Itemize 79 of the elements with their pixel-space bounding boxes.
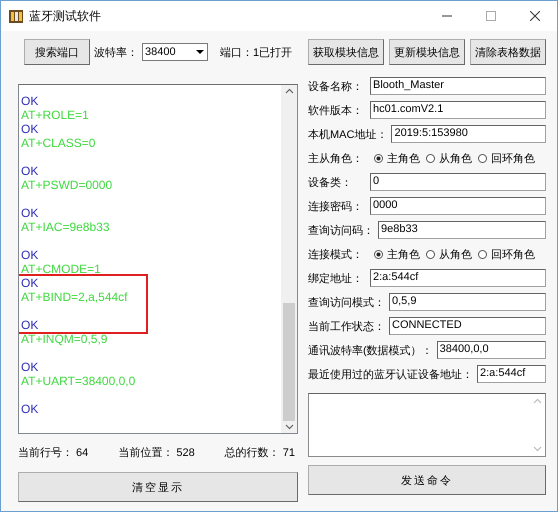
send-command-button[interactable]: 发送命令	[308, 465, 546, 495]
input-field[interactable]: hc01.comV2.1	[370, 101, 546, 119]
response-line: OK	[21, 122, 40, 136]
clear-display-button[interactable]: 清空显示	[18, 472, 298, 502]
response-line: OK	[21, 94, 40, 108]
option-label: 回环角色	[491, 248, 535, 262]
command-line: AT+UART=38400,0,0	[21, 374, 136, 388]
command-line: AT+BIND=2,a,544cf	[21, 290, 128, 304]
field-label: 软件版本：	[308, 104, 364, 118]
radio-button-icon[interactable]	[478, 154, 487, 162]
field-label: 设备名称：	[308, 80, 364, 94]
module-info-button[interactable]: 获取模块信息	[308, 39, 384, 65]
field-label: 本机MAC地址：	[308, 128, 388, 142]
close-icon[interactable]	[530, 11, 540, 21]
app-icon	[9, 8, 23, 24]
field-label: 连接模式：	[308, 248, 364, 262]
status-text: 当前行号： 64	[18, 446, 88, 460]
module-info-button[interactable]: 清除表格数据	[470, 39, 546, 65]
search-port-button[interactable]: 搜索端口	[24, 39, 90, 65]
input-field[interactable]: 2019:5:153980	[391, 125, 546, 143]
field-label: 连接密码：	[308, 200, 364, 214]
response-line: OK	[21, 248, 40, 262]
scroll-down-icon[interactable]	[284, 424, 294, 430]
radio-option[interactable]: 主角色	[374, 150, 420, 166]
dropdown-icon[interactable]	[196, 50, 204, 54]
scrollbar[interactable]	[281, 85, 297, 433]
radio-option[interactable]: 主角色	[374, 246, 420, 262]
radio-button-icon[interactable]	[426, 154, 435, 162]
radio-option[interactable]: 从角色	[426, 246, 472, 262]
response-line: OK	[21, 402, 40, 416]
input-field[interactable]: 2:a:544cf	[370, 269, 546, 287]
field-label: 查询访问码：	[308, 224, 374, 238]
input-field[interactable]: 38400,0,0	[436, 341, 546, 359]
field-label: 当前工作状态：	[308, 320, 385, 334]
input-field[interactable]: 9e8b33	[378, 221, 546, 239]
command-line: AT+IAC=9e8b33	[21, 220, 111, 234]
field-label: 通讯波特率(数据模式）：	[308, 344, 433, 358]
radio-button-icon[interactable]	[426, 250, 435, 258]
module-info-button[interactable]: 更新模块信息	[389, 39, 465, 65]
command-line: AT+PSWD=0000	[21, 178, 114, 192]
response-line: OK	[21, 318, 40, 332]
field-label: 主从角色：	[308, 152, 364, 166]
response-line: OK	[21, 164, 40, 178]
status-text: 总的行数： 71	[224, 446, 296, 460]
input-field[interactable]: Blooth_Master	[370, 77, 546, 95]
radio-option[interactable]: 回环角色	[478, 246, 535, 262]
port-status: 端口：1已打开	[220, 46, 292, 60]
command-line: AT+ROLE=1	[21, 108, 90, 122]
response-line: OK	[21, 276, 40, 290]
option-label: 从角色	[439, 248, 472, 262]
option-label: 从角色	[439, 152, 472, 166]
input-field[interactable]: 0,5,9	[389, 293, 546, 311]
option-label: 主角色	[387, 152, 420, 166]
field-label: 设备类：	[308, 176, 353, 190]
field-label: 最近使用过的蓝牙认证设备地址：	[308, 368, 473, 382]
radio-button-icon[interactable]	[374, 250, 383, 258]
option-label: 回环角色	[491, 152, 535, 166]
option-label: 主角色	[387, 248, 420, 262]
input-field[interactable]: CONNECTED	[389, 317, 546, 335]
scroll-thumb[interactable]	[283, 303, 295, 421]
input-field[interactable]: 0000	[370, 197, 546, 215]
command-line: AT+CMODE=1	[21, 262, 102, 276]
radio-button-icon[interactable]	[374, 154, 383, 162]
baud-dropdown[interactable]: 38400	[142, 43, 208, 61]
command-line: AT+CLASS=0	[21, 136, 96, 150]
field-label: 查询访问模式：	[308, 296, 385, 310]
response-line: OK	[21, 206, 40, 220]
input-field[interactable]: 0	[370, 173, 546, 191]
status-text: 当前位置： 528	[118, 446, 195, 460]
window-title: 蓝牙测试软件	[29, 8, 102, 24]
radio-option[interactable]: 回环角色	[478, 150, 535, 166]
radio-option[interactable]: 从角色	[426, 150, 472, 166]
radio-button-icon[interactable]	[478, 250, 487, 258]
command-line: AT+INQM=0,5,9	[21, 332, 108, 346]
response-line: OK	[21, 360, 40, 374]
baud-label: 波特率：	[94, 46, 138, 60]
scroll-up-icon[interactable]	[284, 88, 294, 94]
field-label: 绑定地址：	[308, 272, 364, 286]
input-field[interactable]: 2:a:544cf	[477, 365, 546, 383]
